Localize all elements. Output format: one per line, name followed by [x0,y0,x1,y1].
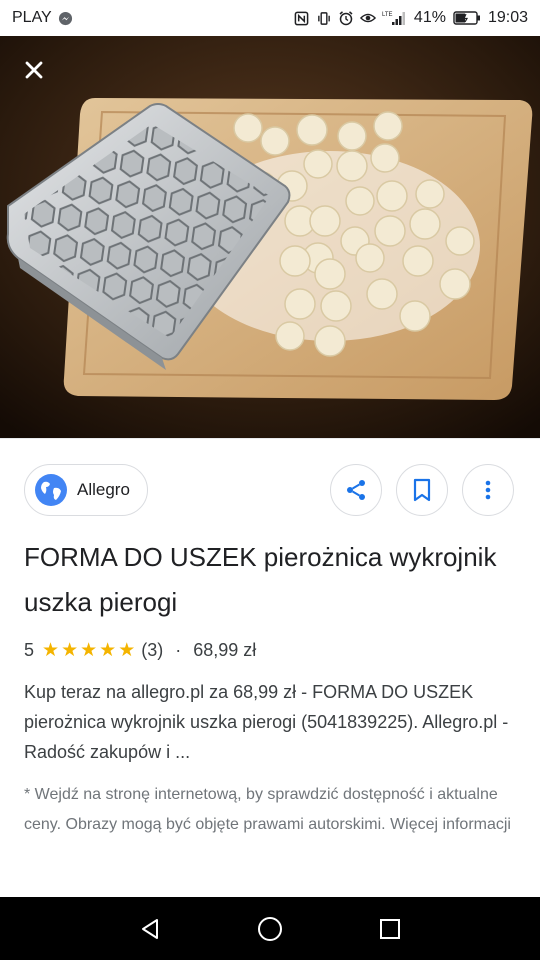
rating-value: 5 [24,639,35,660]
more-options-button[interactable] [462,464,514,516]
recents-icon [380,919,400,939]
star-icon: ★ [99,639,117,661]
nfc-icon [294,10,310,26]
bookmark-icon [413,478,431,502]
star-icon: ★ [61,639,79,661]
more-vert-icon [485,480,491,500]
result-description: Kup teraz na allegro.pl za 68,99 zł - FO… [24,682,509,762]
back-icon [142,919,158,939]
eye-comfort-icon [359,10,376,26]
share-icon [347,480,365,500]
network-label: LTE [382,12,393,18]
source-chip[interactable]: Allegro [24,464,148,516]
battery-icon [452,10,482,26]
status-bar: PLAY LTE 41% 19:03 [0,0,540,36]
close-icon [25,61,43,79]
share-button[interactable] [330,464,382,516]
messenger-icon [58,10,74,26]
star-icon: ★ [80,639,98,661]
back-button[interactable] [130,909,170,949]
rating-stars: ★ ★ ★ ★ ★ [42,641,135,660]
star-icon: ★ [42,639,60,661]
disclaimer-note: * Wejdź na stronę internetową, by sprawd… [24,786,511,833]
source-name: Allegro [77,480,130,499]
alarm-icon [338,10,354,26]
divider [0,438,540,439]
globe-icon [35,474,67,506]
separator-dot: · [175,639,182,660]
price: 68,99 zł [193,639,257,660]
result-image[interactable] [0,36,540,438]
star-icon: ★ [118,639,136,661]
signal-icon: LTE [382,10,408,26]
vibrate-icon [316,10,332,26]
home-icon [258,917,282,941]
close-button[interactable] [16,52,52,88]
result-title[interactable]: FORMA DO USZEK pierożnica wykrojnik uszk… [24,535,524,625]
clock: 19:03 [487,9,528,26]
rating-row: 5 ★ ★ ★ ★ ★ (3) · 68,99 zł [24,636,256,664]
save-button[interactable] [396,464,448,516]
home-button[interactable] [250,909,290,949]
dumpling-mold-photo [0,36,540,438]
navigation-bar [0,897,540,960]
review-count: (3) [141,639,164,660]
recents-button[interactable] [370,909,410,949]
battery-percent: 41% [413,9,446,26]
carrier-label: PLAY [12,9,52,26]
